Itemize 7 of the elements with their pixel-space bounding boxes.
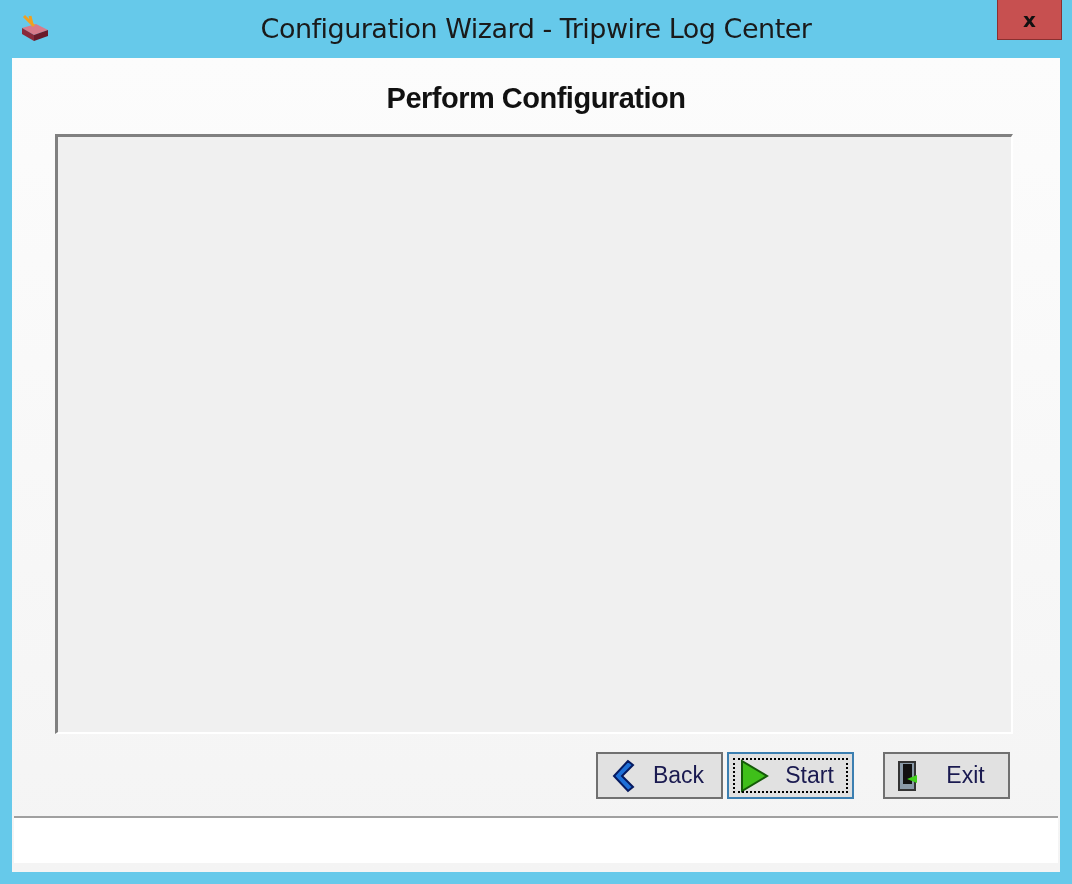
play-icon bbox=[739, 758, 769, 793]
close-button[interactable]: x bbox=[997, 0, 1062, 40]
exit-button[interactable]: Exit bbox=[883, 752, 1010, 799]
window-title: Configuration Wizard - Tripwire Log Center bbox=[260, 13, 812, 44]
start-button[interactable]: Start bbox=[727, 752, 854, 799]
back-button[interactable]: Back bbox=[596, 752, 723, 799]
page-heading: Perform Configuration bbox=[386, 82, 686, 115]
